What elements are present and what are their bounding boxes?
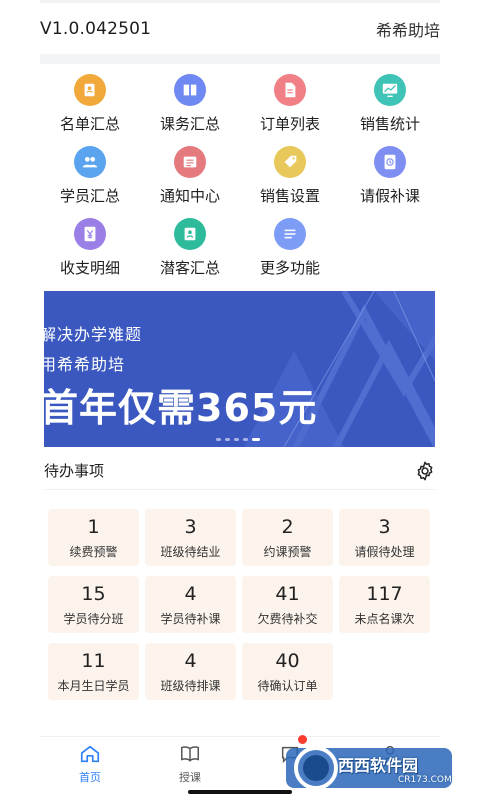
tab-1[interactable]: 首页: [40, 737, 140, 800]
menu-item-label: 更多功能: [259, 259, 320, 277]
promo-banner[interactable]: 解决办学难题 用希希助培 首年仅需365元: [44, 291, 435, 447]
todo-count: 3: [378, 515, 391, 538]
todo-label: 学员待补课: [160, 611, 221, 626]
todo-card[interactable]: 4 班级待排课: [145, 643, 236, 700]
todo-count: 117: [366, 582, 403, 605]
menu-item-3[interactable]: 订单列表: [240, 74, 340, 138]
app-name: 希希助培: [375, 20, 440, 40]
todo-card[interactable]: 15 学员待分班: [48, 576, 139, 633]
tab-label: 授课: [179, 771, 201, 784]
banner-line-2: 用希希助培: [44, 355, 126, 374]
tag-icon: [274, 146, 306, 178]
todo-card[interactable]: 11 本月生日学员: [48, 643, 139, 700]
todo-label: 待确认订单: [257, 678, 318, 693]
todo-label: 续费预警: [69, 544, 118, 559]
menu-item-label: 订单列表: [259, 115, 320, 133]
todo-card[interactable]: 40 待确认订单: [242, 643, 333, 700]
todo-header: 待办事项: [44, 452, 436, 490]
todo-count: 1: [87, 515, 100, 538]
menu-item-label: 销售设置: [259, 187, 320, 205]
todo-label: 未点名课次: [354, 611, 415, 626]
watermark-text: 西西软件园: [338, 756, 419, 775]
carousel-dot[interactable]: [234, 438, 239, 441]
menu-item-6[interactable]: 通知中心: [140, 146, 240, 210]
todo-card[interactable]: 3 请假待处理: [339, 509, 430, 566]
section-divider: [40, 54, 440, 64]
document-icon: [274, 74, 306, 106]
todo-label: 学员待分班: [63, 611, 124, 626]
home-icon: [80, 745, 100, 763]
todo-count: 11: [81, 649, 106, 672]
menu-item-label: 请假补课: [359, 187, 420, 205]
menu-item-9[interactable]: 收支明细: [40, 218, 140, 282]
menu-item-label: 学员汇总: [59, 187, 120, 205]
todo-count: 4: [184, 649, 197, 672]
menu-item-10[interactable]: 潜客汇总: [140, 218, 240, 282]
tab-label: 首页: [79, 771, 101, 784]
todo-card[interactable]: 4 学员待补课: [145, 576, 236, 633]
todo-label: 请假待处理: [354, 544, 415, 559]
menu-item-label: 名单汇总: [59, 115, 120, 133]
carousel-dot[interactable]: [225, 438, 230, 441]
menu-item-8[interactable]: 请假补课: [340, 146, 440, 210]
menu-item-label: 潜客汇总: [159, 259, 220, 277]
watermark-subtext: CR173.COM: [398, 775, 452, 785]
todo-card[interactable]: 117 未点名课次: [339, 576, 430, 633]
todo-count: 2: [281, 515, 294, 538]
todo-title: 待办事项: [44, 462, 105, 480]
carousel-dot[interactable]: [252, 438, 260, 441]
chart-board-icon: [374, 74, 406, 106]
carousel-dots[interactable]: [216, 438, 260, 441]
menu-item-label: 课务汇总: [159, 115, 220, 133]
todo-label: 约课预警: [263, 544, 312, 559]
more-lines-icon: [274, 218, 306, 250]
home-indicator[interactable]: [188, 790, 292, 794]
menu-item-11[interactable]: 更多功能: [240, 218, 340, 282]
menu-item-5[interactable]: 学员汇总: [40, 146, 140, 210]
todo-count: 41: [275, 582, 300, 605]
todo-grid: 1 续费预警 3 班级待结业 2 约课预警 3 请假待处理 15 学员待分班 4 学员待补课 41 欠费待…: [48, 509, 434, 700]
todo-label: 班级待排课: [160, 678, 221, 693]
clock-icon: [374, 146, 406, 178]
todo-label: 欠费待补交: [257, 611, 318, 626]
todo-card[interactable]: 41 欠费待补交: [242, 576, 333, 633]
contact-book-icon: [74, 74, 106, 106]
version-label: V1.0.042501: [40, 18, 152, 39]
menu-item-label: 通知中心: [159, 187, 220, 205]
banner-headline: 首年仅需365元: [44, 386, 318, 430]
gear-icon[interactable]: [414, 460, 436, 482]
menu-item-1[interactable]: 名单汇总: [40, 74, 140, 138]
todo-card[interactable]: 3 班级待结业: [145, 509, 236, 566]
open-book-icon: [181, 746, 199, 762]
menu-item-label: 销售统计: [359, 115, 420, 133]
menu-item-4[interactable]: 销售统计: [340, 74, 440, 138]
todo-count: 4: [184, 582, 197, 605]
carousel-dot[interactable]: [243, 438, 248, 441]
todo-count: 40: [275, 649, 300, 672]
banner-line-1: 解决办学难题: [44, 325, 143, 344]
book-icon: [174, 74, 206, 106]
todo-card[interactable]: 2 约课预警: [242, 509, 333, 566]
status-header: V1.0.042501 希希助培: [40, 0, 440, 54]
carousel-dot[interactable]: [216, 438, 221, 441]
menu-item-label: 收支明细: [59, 259, 120, 277]
menu-item-7[interactable]: 销售设置: [240, 146, 340, 210]
menu-item-2[interactable]: 课务汇总: [140, 74, 240, 138]
todo-count: 15: [81, 582, 106, 605]
todo-card[interactable]: 1 续费预警: [48, 509, 139, 566]
todo-label: 本月生日学员: [57, 678, 130, 693]
function-grid: 名单汇总 课务汇总 订单列表 销售统计学员汇总 通知中心 销售设置 请假补课收支明细 潜客汇总…: [40, 74, 440, 282]
notice-icon: [174, 146, 206, 178]
yuan-icon: [74, 218, 106, 250]
todo-count: 3: [184, 515, 197, 538]
todo-label: 班级待结业: [160, 544, 221, 559]
students-icon: [74, 146, 106, 178]
contact-card-icon: [174, 218, 206, 250]
